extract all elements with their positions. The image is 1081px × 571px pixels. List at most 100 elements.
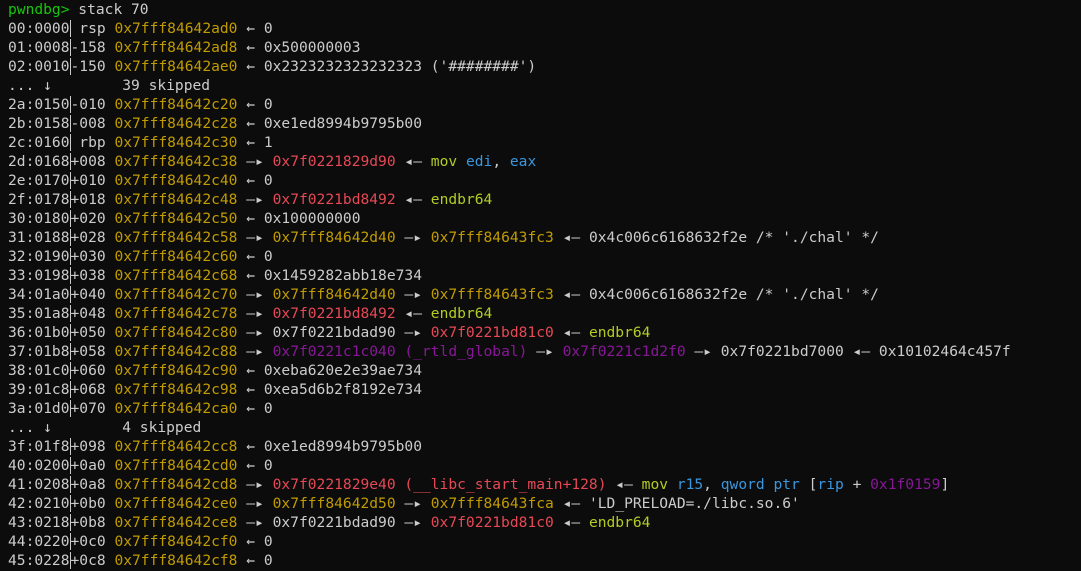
stack-offset: rsp	[69, 20, 115, 37]
value-text: —▸	[237, 305, 273, 322]
value-text: ← 1	[237, 134, 273, 151]
stack-index: 2c:0160	[8, 134, 70, 151]
register: r15	[676, 476, 704, 493]
stack-address: 0x7fff84643fca	[430, 495, 554, 512]
value-text: ◂— 0x4c006c6168632f2e /* './chal' */	[553, 229, 879, 246]
value-text: ← 0x100000000	[237, 210, 361, 227]
stack-entry: 3a:01d0+070 0x7fff84642ca0 ← 0	[8, 399, 1081, 418]
value-text: ◂—	[395, 153, 431, 170]
value-text: —▸	[237, 153, 273, 170]
stack-entry: 32:0190+030 0x7fff84642c60 ← 0	[8, 247, 1081, 266]
stack-offset: +0b8	[69, 514, 115, 531]
stack-index: 3a:01d0	[8, 400, 70, 417]
stack-index: 01:0008	[8, 39, 70, 56]
stack-offset: +0b0	[69, 495, 115, 512]
command-text: stack 70	[69, 1, 149, 18]
value-text: ← 0	[237, 457, 273, 474]
stack-entry: 3f:01f8+098 0x7fff84642cc8 ← 0xe1ed8994b…	[8, 437, 1081, 456]
stack-offset: +0c0	[69, 533, 115, 550]
stack-entry: 38:01c0+060 0x7fff84642c90 ← 0xeba620e2e…	[8, 361, 1081, 380]
stack-address: 0x7fff84642cf8	[114, 552, 238, 569]
stack-offset: -010	[69, 96, 115, 113]
value-text: ← 0	[237, 20, 273, 37]
prompt-line: pwndbg> stack 70	[8, 0, 1081, 19]
stack-offset: +050	[69, 324, 115, 341]
prompt-label: pwndbg>	[8, 1, 70, 18]
stack-offset: +068	[69, 381, 115, 398]
register: rip	[817, 476, 844, 493]
stack-entry: 35:01a8+048 0x7fff84642c78 —▸ 0x7f0221bd…	[8, 304, 1081, 323]
stack-offset: +008	[69, 153, 115, 170]
value-text: —▸ 0x7f0221bd7000 ◂— 0x10102464c457f	[685, 343, 1011, 360]
stack-address: 0x7fff84642ca0	[114, 400, 238, 417]
data-address: 0x7f0221c1c040 (_rtld_global)	[272, 343, 528, 360]
stack-index: 36:01b0	[8, 324, 70, 341]
value-text: ← 0	[237, 552, 273, 569]
value-text: ← 0	[237, 96, 273, 113]
stack-index: 2e:0170	[8, 172, 70, 189]
skip-marker: ... ↓ 39 skipped	[8, 77, 211, 94]
value-text: ,	[703, 476, 721, 493]
stack-index: 34:01a0	[8, 286, 70, 303]
value-text: ◂—	[553, 514, 589, 531]
stack-address: 0x7fff84643fc3	[430, 229, 554, 246]
stack-offset: +040	[69, 286, 115, 303]
stack-offset: -008	[69, 115, 115, 132]
value-text: —▸	[395, 495, 431, 512]
stack-index: 31:0188	[8, 229, 70, 246]
stack-offset: -150	[69, 58, 115, 75]
value-text: —▸	[237, 286, 273, 303]
code-address: 0x7f0221829d90	[272, 153, 396, 170]
instruction: endbr64	[588, 514, 651, 531]
value-text: ◂—	[553, 324, 589, 341]
stack-offset: rbp	[69, 134, 115, 151]
value-text: —▸	[237, 191, 273, 208]
instruction: endbr64	[430, 191, 493, 208]
stack-offset: +0a0	[69, 457, 115, 474]
stack-address: 0x7fff84642cd8	[114, 476, 238, 493]
value-text: ,	[492, 153, 510, 170]
skip-marker: ... ↓ 4 skipped	[8, 419, 202, 436]
stack-address: 0x7fff84642ce8	[114, 514, 238, 531]
stack-address: 0x7fff84642cf0	[114, 533, 238, 550]
stack-offset: +070	[69, 400, 115, 417]
code-address: 0x7f0221bd8492	[272, 191, 396, 208]
value-text: ← 0	[237, 172, 273, 189]
stack-index: 30:0180	[8, 210, 70, 227]
stack-address: 0x7fff84642c58	[114, 229, 238, 246]
stack-address: 0x7fff84642c50	[114, 210, 238, 227]
stack-index: 2b:0158	[8, 115, 70, 132]
stack-index: 2f:0178	[8, 191, 70, 208]
stack-address: 0x7fff84642d40	[272, 229, 396, 246]
code-address: 0x7f0221829e40 (__libc_start_main+128)	[272, 476, 607, 493]
stack-entry: 37:01b8+058 0x7fff84642c88 —▸ 0x7f0221c1…	[8, 342, 1081, 361]
stack-entry: 2a:0150-010 0x7fff84642c20 ← 0	[8, 95, 1081, 114]
stack-entry: 00:0000 rsp 0x7fff84642ad0 ← 0	[8, 19, 1081, 38]
value-text: ← 0x500000003	[237, 39, 361, 56]
stack-offset: +028	[69, 229, 115, 246]
stack-address: 0x7fff84642c60	[114, 248, 238, 265]
stack-entry: 43:0218+0b8 0x7fff84642ce8 —▸ 0x7f0221bd…	[8, 513, 1081, 532]
stack-index: 2d:0168	[8, 153, 70, 170]
terminal-window[interactable]: pwndbg> stack 70 00:0000 rsp 0x7fff84642a…	[0, 0, 1081, 570]
data-address: 0x1f0159	[870, 476, 941, 493]
stack-address: 0x7fff84642c70	[114, 286, 238, 303]
stack-entry: 41:0208+0a8 0x7fff84642cd8 —▸ 0x7f022182…	[8, 475, 1081, 494]
stack-offset: +018	[69, 191, 115, 208]
stack-entry: 2c:0160 rbp 0x7fff84642c30 ← 1	[8, 133, 1081, 152]
value-text: ← 0x2323232323232323 ('########')	[237, 58, 537, 75]
stack-address: 0x7fff84642c20	[114, 96, 238, 113]
stack-index: 41:0208	[8, 476, 70, 493]
stack-offset: +058	[69, 343, 115, 360]
stack-index: 38:01c0	[8, 362, 70, 379]
stack-offset: +020	[69, 210, 115, 227]
value-text: ◂— 0x4c006c6168632f2e /* './chal' */	[553, 286, 879, 303]
stack-offset: -158	[69, 39, 115, 56]
stack-address: 0x7fff84642d50	[272, 495, 396, 512]
value-text: ← 0x1459282abb18e734	[237, 267, 422, 284]
stack-address: 0x7fff84642ce0	[114, 495, 238, 512]
instruction: mov	[430, 153, 466, 170]
stack-index: 44:0220	[8, 533, 70, 550]
value-text: ← 0xeba620e2e39ae734	[237, 362, 422, 379]
stack-offset: +098	[69, 438, 115, 455]
